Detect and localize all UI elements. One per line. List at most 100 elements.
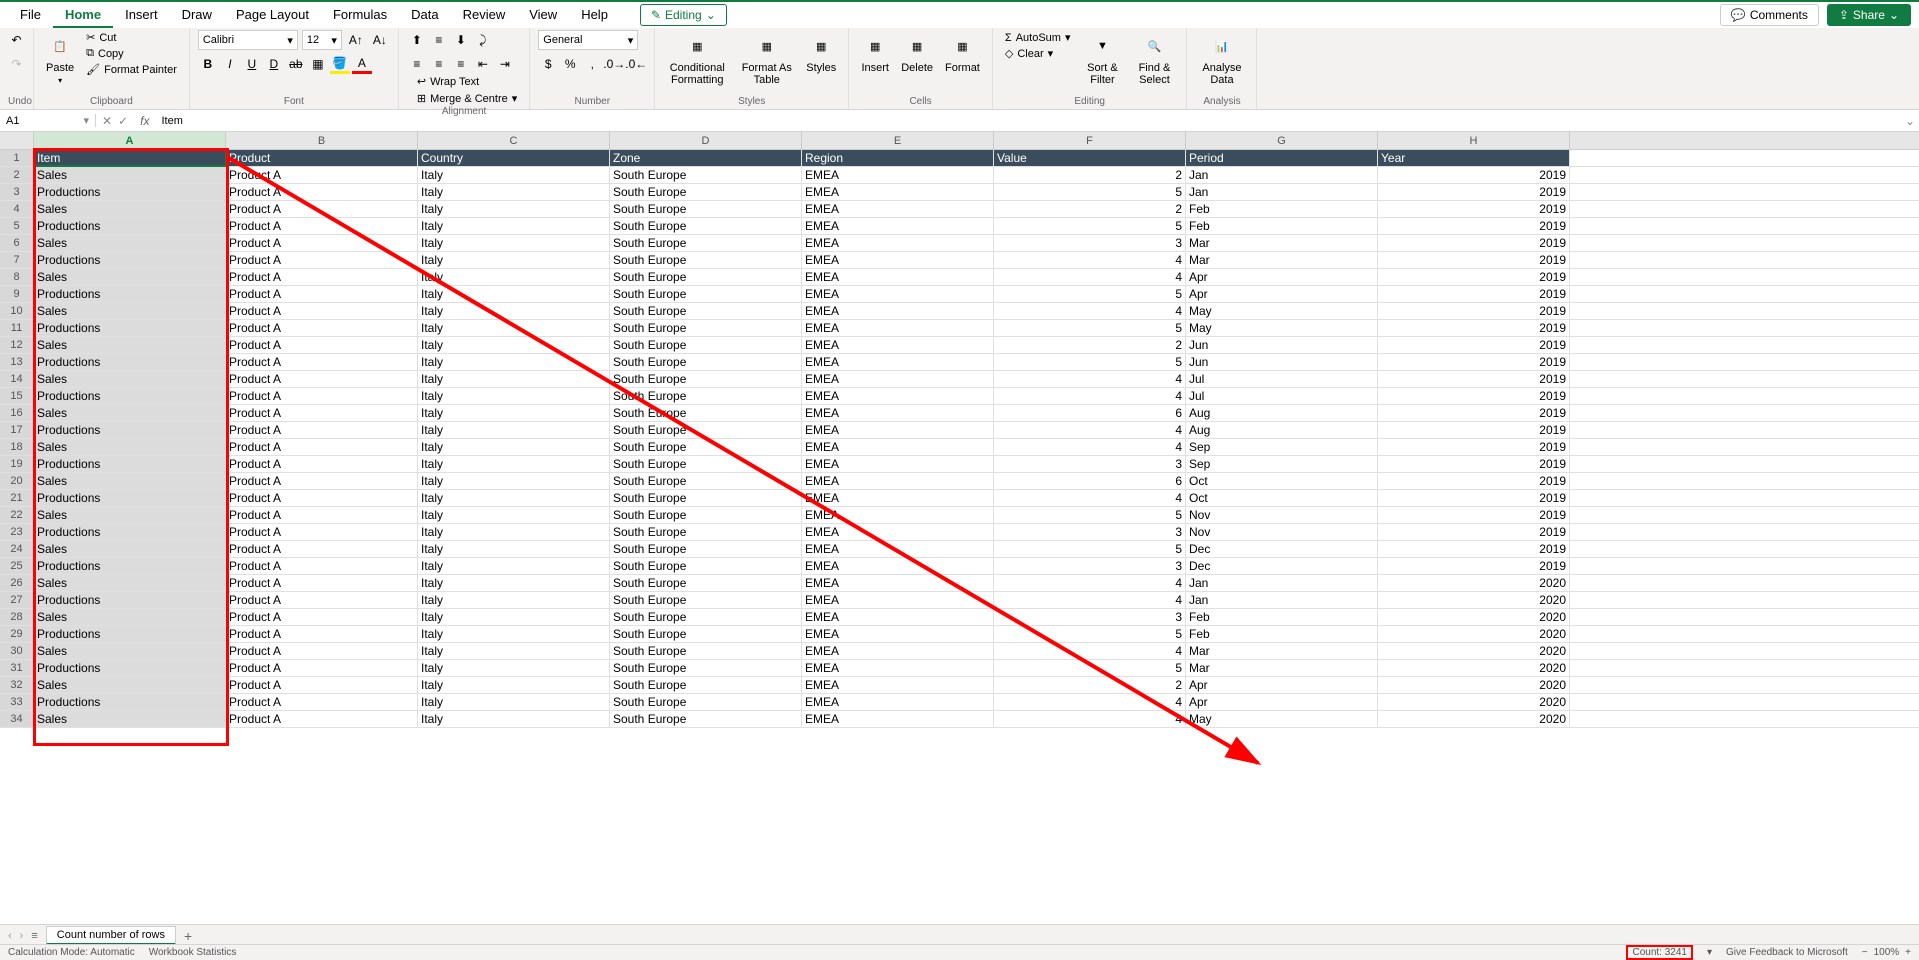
- zoom-in-button[interactable]: +: [1905, 947, 1911, 958]
- cell[interactable]: Mar: [1186, 252, 1378, 268]
- cell[interactable]: Product A: [226, 524, 418, 540]
- cell[interactable]: Sales: [34, 643, 226, 659]
- cell[interactable]: Sales: [34, 167, 226, 183]
- cell[interactable]: EMEA: [802, 269, 994, 285]
- cell[interactable]: Nov: [1186, 507, 1378, 523]
- cell[interactable]: 4: [994, 711, 1186, 727]
- cell[interactable]: Product A: [226, 660, 418, 676]
- header-cell[interactable]: Product: [226, 150, 418, 166]
- cell[interactable]: Italy: [418, 337, 610, 353]
- sort-filter-button[interactable]: ▼Sort & Filter: [1078, 30, 1126, 88]
- cell[interactable]: South Europe: [610, 252, 802, 268]
- row-header[interactable]: 2: [0, 167, 34, 183]
- cell[interactable]: Italy: [418, 269, 610, 285]
- cell[interactable]: Sales: [34, 337, 226, 353]
- cell[interactable]: Product A: [226, 320, 418, 336]
- cell[interactable]: Productions: [34, 694, 226, 710]
- cell[interactable]: Sales: [34, 575, 226, 591]
- cell[interactable]: 6: [994, 405, 1186, 421]
- cell[interactable]: 4: [994, 643, 1186, 659]
- cell[interactable]: Italy: [418, 626, 610, 642]
- menu-tab-formulas[interactable]: Formulas: [321, 3, 399, 28]
- bold-button[interactable]: B: [198, 54, 218, 74]
- cell[interactable]: 2020: [1378, 626, 1570, 642]
- cell[interactable]: Product A: [226, 592, 418, 608]
- fill-color-button[interactable]: 🪣: [330, 54, 350, 74]
- cell[interactable]: South Europe: [610, 303, 802, 319]
- cell[interactable]: Productions: [34, 286, 226, 302]
- cell[interactable]: Productions: [34, 626, 226, 642]
- cell[interactable]: Product A: [226, 235, 418, 251]
- row-header[interactable]: 18: [0, 439, 34, 455]
- cell[interactable]: Sales: [34, 609, 226, 625]
- cell[interactable]: South Europe: [610, 337, 802, 353]
- underline-button[interactable]: U: [242, 54, 262, 74]
- align-left-button[interactable]: ≡: [407, 54, 427, 74]
- borders-button[interactable]: ▦: [308, 54, 328, 74]
- cell[interactable]: EMEA: [802, 286, 994, 302]
- cell[interactable]: Oct: [1186, 490, 1378, 506]
- row-header[interactable]: 9: [0, 286, 34, 302]
- cell[interactable]: 2019: [1378, 490, 1570, 506]
- cell[interactable]: Apr: [1186, 677, 1378, 693]
- cell[interactable]: EMEA: [802, 677, 994, 693]
- cell[interactable]: 2020: [1378, 660, 1570, 676]
- fx-icon[interactable]: fx: [134, 114, 155, 128]
- format-painter-button[interactable]: 🖌Format Painter: [82, 62, 181, 77]
- cell[interactable]: South Europe: [610, 660, 802, 676]
- cell[interactable]: Product A: [226, 626, 418, 642]
- cell[interactable]: South Europe: [610, 422, 802, 438]
- cell[interactable]: Apr: [1186, 269, 1378, 285]
- cell[interactable]: EMEA: [802, 201, 994, 217]
- cell[interactable]: Oct: [1186, 473, 1378, 489]
- share-button[interactable]: ⇪ Share ⌄: [1827, 4, 1911, 26]
- font-name-combo[interactable]: Calibri▾: [198, 30, 298, 50]
- cell[interactable]: EMEA: [802, 660, 994, 676]
- cell[interactable]: South Europe: [610, 405, 802, 421]
- cell[interactable]: EMEA: [802, 371, 994, 387]
- cell[interactable]: 3: [994, 609, 1186, 625]
- cell[interactable]: EMEA: [802, 354, 994, 370]
- cell[interactable]: Sales: [34, 235, 226, 251]
- cell[interactable]: Italy: [418, 235, 610, 251]
- row-header[interactable]: 11: [0, 320, 34, 336]
- cell[interactable]: Italy: [418, 405, 610, 421]
- double-underline-button[interactable]: D: [264, 54, 284, 74]
- menu-tab-view[interactable]: View: [517, 3, 569, 28]
- cell[interactable]: EMEA: [802, 320, 994, 336]
- cell[interactable]: Jan: [1186, 184, 1378, 200]
- cell[interactable]: Italy: [418, 167, 610, 183]
- cancel-formula-button[interactable]: ✕: [102, 114, 112, 128]
- cell[interactable]: 5: [994, 626, 1186, 642]
- cell[interactable]: Italy: [418, 218, 610, 234]
- cell[interactable]: Italy: [418, 592, 610, 608]
- format-cells-button[interactable]: ▦Format: [941, 30, 984, 76]
- cell[interactable]: Product A: [226, 337, 418, 353]
- cell[interactable]: Product A: [226, 439, 418, 455]
- cell[interactable]: EMEA: [802, 252, 994, 268]
- cell[interactable]: South Europe: [610, 609, 802, 625]
- cell[interactable]: South Europe: [610, 218, 802, 234]
- menu-tab-draw[interactable]: Draw: [170, 3, 224, 28]
- column-header-E[interactable]: E: [802, 132, 994, 149]
- row-header[interactable]: 23: [0, 524, 34, 540]
- cell[interactable]: Productions: [34, 490, 226, 506]
- cell[interactable]: Italy: [418, 490, 610, 506]
- cell[interactable]: 2020: [1378, 694, 1570, 710]
- cell[interactable]: South Europe: [610, 490, 802, 506]
- column-header-C[interactable]: C: [418, 132, 610, 149]
- font-size-combo[interactable]: 12▾: [302, 30, 342, 50]
- cell[interactable]: 2020: [1378, 592, 1570, 608]
- cell[interactable]: May: [1186, 303, 1378, 319]
- cell[interactable]: Product A: [226, 252, 418, 268]
- cell[interactable]: South Europe: [610, 558, 802, 574]
- cell[interactable]: Italy: [418, 507, 610, 523]
- cell[interactable]: Product A: [226, 694, 418, 710]
- row-header[interactable]: 27: [0, 592, 34, 608]
- cell[interactable]: EMEA: [802, 167, 994, 183]
- cell[interactable]: Italy: [418, 660, 610, 676]
- cell[interactable]: Italy: [418, 286, 610, 302]
- italic-button[interactable]: I: [220, 54, 240, 74]
- cell[interactable]: Product A: [226, 711, 418, 727]
- cell[interactable]: 2019: [1378, 218, 1570, 234]
